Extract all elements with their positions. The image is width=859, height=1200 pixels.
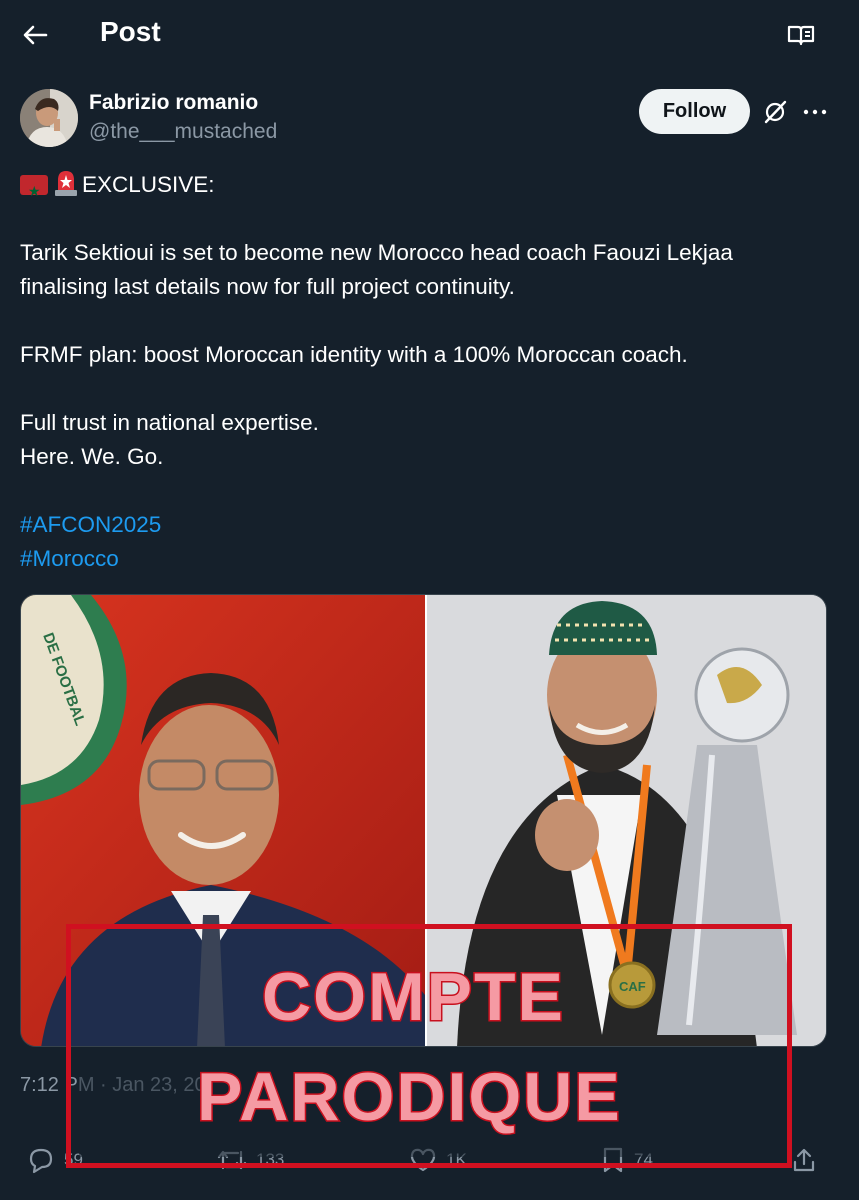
page-title: Post: [100, 16, 161, 47]
paragraph-3-line-2: Here. We. Go.: [20, 444, 164, 469]
share-button[interactable]: [790, 1140, 818, 1180]
book-open-icon: [787, 25, 815, 46]
share-icon: [793, 1148, 815, 1172]
grok-icon: [764, 100, 787, 124]
paragraph-3-line-1: Full trust in national expertise.: [20, 410, 319, 435]
arrow-left-icon: [23, 25, 48, 45]
author-name[interactable]: Fabrizio romanio: [89, 91, 258, 115]
hashtag-morocco[interactable]: #Morocco: [20, 546, 119, 571]
reader-mode-button[interactable]: [784, 20, 818, 50]
more-options-button[interactable]: [800, 97, 830, 127]
parody-label-line-1: COMPTE: [261, 959, 565, 1035]
follow-button[interactable]: Follow: [639, 89, 750, 134]
parody-label-line-2: PARODIQUE: [196, 1059, 622, 1135]
paragraph-1-line-1: Tarik Sektioui is set to become new Moro…: [20, 240, 733, 265]
post-page: Post Fabrizio romanio @the___mustached F…: [0, 0, 859, 1200]
paragraph-1-line-2: finalising last details now for full pro…: [20, 274, 515, 299]
morocco-flag-emoji: [20, 174, 48, 208]
paragraph-2: FRMF plan: boost Moroccan identity with …: [20, 342, 688, 367]
reply-icon: [29, 1148, 53, 1174]
post-text: EXCLUSIVE: Tarik Sektioui is set to beco…: [20, 168, 830, 576]
avatar[interactable]: [20, 89, 78, 147]
exclusive-label: EXCLUSIVE:: [82, 172, 215, 197]
hashtag-afcon2025[interactable]: #AFCON2025: [20, 512, 161, 537]
siren-emoji: [52, 168, 80, 198]
grok-button[interactable]: [760, 97, 790, 127]
author-handle[interactable]: @the___mustached: [89, 120, 277, 144]
more-horizontal-icon: [803, 109, 827, 115]
avatar-photo: [20, 89, 78, 147]
back-button[interactable]: [18, 20, 52, 50]
exclusive-line: EXCLUSIVE:: [20, 168, 830, 208]
top-bar: Post: [0, 0, 859, 70]
